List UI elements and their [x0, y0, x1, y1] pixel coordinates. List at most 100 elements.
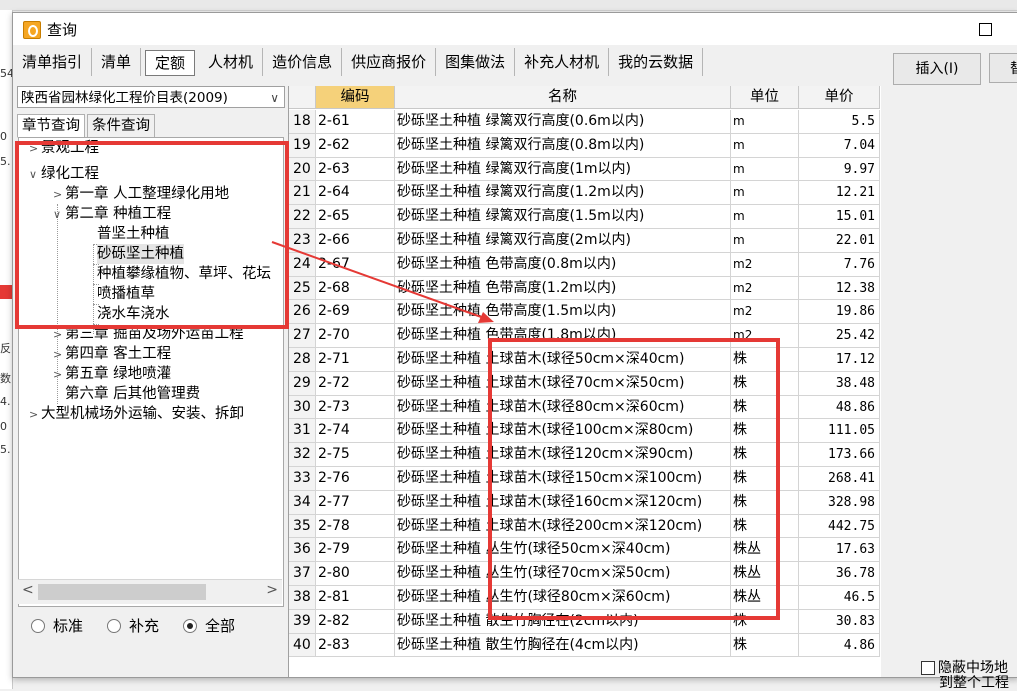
- table-row[interactable]: 19 2-62 砂砾坚土种植 绿篱双行高度(0.8m以内) m 7.04: [289, 133, 880, 158]
- tab-3[interactable]: 人材机: [199, 48, 264, 76]
- app-icon: [23, 21, 41, 39]
- background-fragment: 5.: [0, 155, 11, 168]
- cell-price: 46.5: [799, 585, 880, 610]
- cell-unit: m: [731, 133, 799, 158]
- table-row[interactable]: 23 2-66 砂砾坚土种植 绿篱双行高度(2m以内) m 22.01: [289, 228, 880, 253]
- table-row[interactable]: 40 2-83 砂砾坚土种植 散生竹胸径在(4cm以内) 株 4.86: [289, 633, 880, 658]
- cell-price: 5.5: [799, 110, 880, 134]
- tab-condition-query[interactable]: 条件查询: [87, 114, 155, 138]
- cell-price: 111.05: [799, 419, 880, 444]
- tab-6[interactable]: 图集做法: [436, 48, 516, 76]
- cell-price: 15.01: [799, 205, 880, 229]
- tree-item-machinery[interactable]: > 大型机械场外运输、安装、拆卸: [29, 404, 244, 424]
- cell-price: 9.97: [799, 157, 880, 182]
- background-fragment: 反: [0, 342, 11, 355]
- cell-price: 17.12: [799, 347, 880, 372]
- cell-name: 砂砾坚土种植 绿篱双行高度(1.2m以内): [395, 181, 731, 206]
- radio-supplement[interactable]: 补充: [107, 615, 159, 636]
- row-number: 35: [289, 514, 316, 539]
- cell-code: 2-78: [316, 514, 395, 539]
- scroll-left-icon[interactable]: <: [22, 582, 34, 598]
- radio-standard[interactable]: 标准: [31, 615, 83, 636]
- table-row[interactable]: 24 2-67 砂砾坚土种植 色带高度(0.8m以内) m2 7.76: [289, 252, 880, 277]
- cell-price: 19.86: [799, 300, 880, 325]
- cell-code: 2-64: [316, 181, 395, 206]
- chevron-right-icon[interactable]: >: [53, 345, 65, 365]
- cell-unit: m2: [731, 300, 799, 325]
- tree-item-chapter-4[interactable]: > 第四章 客土工程: [53, 344, 171, 364]
- table-row[interactable]: 18 2-61 砂砾坚土种植 绿篱双行高度(0.6m以内) m 5.5: [289, 110, 880, 134]
- cell-name: 砂砾坚土种植 绿篱双行高度(1m以内): [395, 157, 731, 182]
- tab-5[interactable]: 供应商报价: [342, 48, 437, 76]
- title-bar[interactable]: 查询: [13, 13, 1017, 45]
- row-number: 36: [289, 538, 316, 563]
- grid-header-code[interactable]: 编码: [316, 86, 395, 109]
- tree-horizontal-scrollbar[interactable]: < >: [18, 579, 282, 604]
- cell-unit: m: [731, 157, 799, 182]
- table-row[interactable]: 20 2-63 砂砾坚土种植 绿篱双行高度(1m以内) m 9.97: [289, 157, 880, 182]
- tab-chapter-query[interactable]: 章节查询: [17, 114, 85, 138]
- cell-name: 砂砾坚土种植 散生竹胸径在(4cm以内): [395, 633, 731, 658]
- cell-name: 砂砾坚土种植 绿篱双行高度(0.8m以内): [395, 133, 731, 158]
- scroll-right-icon[interactable]: >: [266, 582, 278, 598]
- annotation-box-tree: [15, 141, 289, 329]
- cell-name: 砂砾坚土种植 绿篱双行高度(0.6m以内): [395, 110, 731, 134]
- background-fragment: 数: [0, 372, 11, 385]
- row-number: 33: [289, 466, 316, 491]
- tab-4[interactable]: 造价信息: [263, 48, 343, 76]
- row-number: 23: [289, 228, 316, 253]
- row-number: 18: [289, 110, 316, 134]
- grid-header-name[interactable]: 名称: [395, 86, 731, 109]
- cell-code: 2-62: [316, 133, 395, 158]
- background-fragment: 0: [0, 420, 7, 433]
- row-number: 22: [289, 205, 316, 229]
- cell-name: 砂砾坚土种植 色带高度(0.8m以内): [395, 252, 731, 277]
- annotation-box-rows: [488, 338, 780, 620]
- tab-7[interactable]: 补充人材机: [515, 48, 610, 76]
- library-select[interactable]: 陕西省园林绿化工程价目表(2009) ∨: [17, 86, 285, 108]
- chevron-down-icon[interactable]: ∨: [270, 87, 279, 109]
- row-number: 37: [289, 562, 316, 586]
- cell-name: 砂砾坚土种植 色带高度(1.5m以内): [395, 300, 731, 325]
- row-number: 21: [289, 181, 316, 206]
- grid-header-rownum: [289, 86, 316, 109]
- chevron-right-icon[interactable]: >: [53, 365, 65, 385]
- replace-button[interactable]: 替: [989, 53, 1017, 83]
- table-row[interactable]: 25 2-68 砂砾坚土种植 色带高度(1.2m以内) m2 12.38: [289, 276, 880, 301]
- tab-8[interactable]: 我的云数据: [609, 48, 704, 76]
- cell-price: 38.48: [799, 371, 880, 396]
- scrollbar-thumb[interactable]: [38, 584, 206, 600]
- insert-button[interactable]: 插入(I): [893, 53, 981, 85]
- row-number: 28: [289, 347, 316, 372]
- tab-2[interactable]: 定额: [145, 50, 196, 76]
- cell-unit: m: [731, 205, 799, 229]
- table-row[interactable]: 26 2-69 砂砾坚土种植 色带高度(1.5m以内) m2 19.86: [289, 300, 880, 325]
- radio-circle[interactable]: [31, 618, 45, 633]
- table-row[interactable]: 22 2-65 砂砾坚土种植 绿篱双行高度(1.5m以内) m 15.01: [289, 205, 880, 229]
- tree-item-chapter-6[interactable]: 第六章 后其他管理费: [65, 384, 200, 404]
- maximize-icon[interactable]: [979, 23, 992, 36]
- grid-header-price[interactable]: 单价: [799, 86, 880, 109]
- cell-code: 2-73: [316, 395, 395, 420]
- cell-code: 2-82: [316, 609, 395, 634]
- library-select-value: 陕西省园林绿化工程价目表(2009): [21, 90, 228, 106]
- cell-price: 173.66: [799, 443, 880, 467]
- radio-circle-selected[interactable]: [183, 618, 198, 633]
- row-number: 38: [289, 585, 316, 610]
- tree-item-chapter-5[interactable]: > 第五章 绿地喷灌: [53, 364, 171, 384]
- radio-all[interactable]: 全部: [183, 615, 235, 636]
- table-row[interactable]: 21 2-64 砂砾坚土种植 绿篱双行高度(1.2m以内) m 12.21: [289, 181, 880, 206]
- checkbox-option[interactable]: 隐蔽中场地 到整个工程: [921, 661, 1009, 691]
- tab-1[interactable]: 清单: [92, 48, 142, 76]
- chevron-right-icon[interactable]: >: [29, 405, 41, 425]
- cell-price: 22.01: [799, 228, 880, 253]
- tab-0[interactable]: 清单指引: [13, 48, 93, 76]
- grid-header-unit[interactable]: 单位: [731, 86, 799, 109]
- cell-price: 25.42: [799, 324, 880, 348]
- cell-name: 砂砾坚土种植 绿篱双行高度(2m以内): [395, 228, 731, 253]
- row-number: 39: [289, 609, 316, 634]
- cell-name: 砂砾坚土种植 绿篱双行高度(1.5m以内): [395, 205, 731, 229]
- cell-price: 36.78: [799, 562, 880, 586]
- checkbox-box[interactable]: [921, 661, 935, 675]
- radio-circle[interactable]: [107, 618, 122, 633]
